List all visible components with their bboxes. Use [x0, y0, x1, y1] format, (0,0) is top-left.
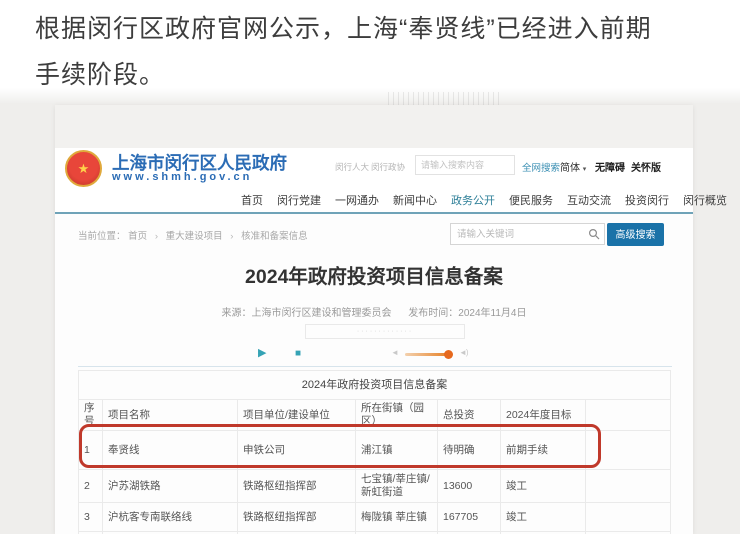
- cell-no: 1: [78, 430, 103, 470]
- accessibility-link[interactable]: 无障碍: [595, 159, 625, 174]
- article-line: 根据闵行区政府官网公示，上海“奉贤线”已经进入前期: [35, 15, 652, 43]
- page-title: 2024年政府投资项目信息备案: [245, 266, 503, 288]
- speaker-icon: ◄: [391, 348, 399, 357]
- header-unit: 项目单位/建设单位: [237, 399, 356, 431]
- cell-empty: [584, 469, 672, 503]
- header-empty: [584, 399, 672, 431]
- volume-icon: ◄): [459, 348, 469, 357]
- player-divider: [78, 366, 672, 367]
- table-row: 2 沪苏湖铁路 铁路枢纽指挥部 七宝镇/莘庄镇/新虹街道 13600 竣工: [78, 469, 672, 503]
- cell-unit: 铁路枢纽指挥部: [237, 469, 356, 503]
- cell-target: 竣工: [500, 469, 586, 503]
- cell-project-name: 奉贤线: [102, 430, 238, 470]
- global-search-link[interactable]: 全网搜索: [522, 160, 560, 174]
- breadcrumb-link-projects[interactable]: 重大建设项目: [166, 231, 223, 242]
- header-target: 2024年度目标: [500, 399, 586, 431]
- cell-project-name: 沪杭客专南联络线: [102, 502, 238, 532]
- cell-empty: [584, 502, 672, 532]
- header-no: 序号: [78, 399, 103, 431]
- cell-town: 浦江镇: [355, 430, 438, 470]
- nav-item-gov-info[interactable]: 政务公开: [451, 192, 495, 208]
- cell-target: 前期手续: [500, 430, 586, 470]
- site-header: ★ 上海市闵行区人民政府 www.shmh.gov.cn 闵行人大 闵行政协 全…: [55, 148, 693, 188]
- nav-item-home[interactable]: 首页: [241, 192, 263, 208]
- cell-unit: 申铁公司: [237, 430, 356, 470]
- cell-project-name: 沪苏湖铁路: [102, 469, 238, 503]
- website-page: ★ 上海市闵行区人民政府 www.shmh.gov.cn 闵行人大 闵行政协 全…: [55, 105, 727, 534]
- nav-item-party[interactable]: 闵行党建: [277, 192, 321, 208]
- care-mode-link[interactable]: 关怀版: [631, 159, 661, 174]
- quick-link-zhengxie[interactable]: 闵行政协: [371, 161, 405, 173]
- header-search-input[interactable]: [415, 155, 515, 175]
- nav-item-invest[interactable]: 投资闵行: [625, 192, 669, 208]
- breadcrumb-current: 核准和备案信息: [241, 231, 308, 242]
- national-emblem-icon: ★: [65, 150, 102, 187]
- advanced-search-button[interactable]: 高级搜索: [607, 223, 664, 246]
- search-icon[interactable]: [588, 228, 600, 240]
- volume-slider[interactable]: [405, 350, 453, 359]
- cell-unit: 铁路枢纽指挥部: [237, 502, 356, 532]
- cell-investment: 待明确: [437, 430, 501, 470]
- article-meta: 来源：上海市闵行区建设和管理委员会 发布时间：2024年11月4日: [55, 304, 693, 319]
- website-screenshot: ★ 上海市闵行区人民政府 www.shmh.gov.cn 闵行人大 闵行政协 全…: [0, 88, 740, 534]
- nav-item-services[interactable]: 一网通办: [335, 192, 379, 208]
- site-url: www.shmh.gov.cn: [112, 171, 253, 183]
- cell-target: 竣工: [500, 502, 586, 532]
- nav-item-interaction[interactable]: 互动交流: [567, 192, 611, 208]
- meta-source: 来源：上海市闵行区建设和管理委员会: [221, 308, 392, 319]
- cell-investment: 167705: [437, 502, 501, 532]
- cell-town: 梅陇镇 莘庄镇: [355, 502, 438, 532]
- cell-no: 2: [78, 469, 103, 503]
- breadcrumb-separator: ›: [230, 231, 234, 242]
- cell-investment: 13600: [437, 469, 501, 503]
- article-intro: 根据闵行区政府官网公示，上海“奉贤线”已经进入前期 手续阶段。: [35, 6, 725, 98]
- table-caption: 2024年政府投资项目信息备案: [77, 370, 672, 400]
- cell-no: 3: [78, 502, 103, 532]
- stop-icon[interactable]: ■: [295, 346, 301, 362]
- header-investment: 总投资: [437, 399, 501, 431]
- breadcrumb-row: 当前位置： 首页 › 重大建设项目 › 核准和备案信息 高级搜索: [55, 217, 693, 251]
- chevron-down-icon: ▾: [582, 166, 587, 173]
- breadcrumb-separator: ›: [154, 231, 158, 242]
- nav-item-news[interactable]: 新闻中心: [393, 192, 437, 208]
- play-icon[interactable]: ▶: [258, 345, 266, 361]
- table-row: 3 沪杭客专南联络线 铁路枢纽指挥部 梅陇镇 莘庄镇 167705 竣工: [78, 502, 672, 532]
- projects-table: 2024年政府投资项目信息备案 序号 项目名称 项目单位/建设单位 所在街镇（园…: [77, 370, 672, 534]
- language-label: 简体: [560, 163, 580, 174]
- keyword-search-input[interactable]: [450, 223, 605, 245]
- quick-link-renda[interactable]: 闵行人大: [335, 161, 369, 173]
- table-row: 1 奉贤线 申铁公司 浦江镇 待明确 前期手续: [78, 430, 672, 470]
- language-select[interactable]: 简体 ▾: [560, 159, 586, 174]
- header-project-name: 项目名称: [102, 399, 238, 431]
- main-nav: 首页 闵行党建 一网通办 新闻中心 政务公开 便民服务 互动交流 投资闵行 闵行…: [55, 188, 727, 214]
- banner-band: [55, 105, 693, 148]
- nav-item-convenience[interactable]: 便民服务: [509, 192, 553, 208]
- volume-handle[interactable]: [444, 350, 453, 359]
- cell-empty: [584, 430, 672, 470]
- tts-caption: ·············: [305, 324, 465, 339]
- breadcrumb-link-home[interactable]: 首页: [128, 231, 147, 242]
- nav-item-overview[interactable]: 闵行概览: [683, 192, 727, 208]
- header-town: 所在街镇（园区）: [355, 399, 438, 431]
- breadcrumb: 当前位置： 首页 › 重大建设项目 › 核准和备案信息: [78, 228, 308, 242]
- meta-publish-time: 发布时间：2024年11月4日: [408, 308, 527, 319]
- breadcrumb-prefix: 当前位置：: [78, 231, 126, 242]
- cell-town: 七宝镇/莘庄镇/新虹街道: [355, 469, 438, 503]
